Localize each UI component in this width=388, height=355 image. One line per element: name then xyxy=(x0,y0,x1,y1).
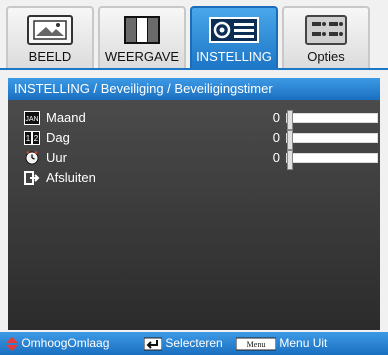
day-calendar-icon: 1 2 xyxy=(24,131,40,145)
breadcrumb: INSTELLING / Beveiliging / Beveiligingst… xyxy=(8,78,380,100)
updown-hint: OmhoogOmlaag xyxy=(6,332,109,355)
row-maand[interactable]: JAN Maand 0 xyxy=(18,108,378,130)
tab-label: INSTELLING xyxy=(196,49,272,64)
slider-knob[interactable] xyxy=(287,130,293,150)
tab-label: BEELD xyxy=(28,49,72,64)
slider-knob[interactable] xyxy=(287,150,293,170)
day-digit-2: 2 xyxy=(34,134,39,143)
tab-opties[interactable]: Opties xyxy=(282,6,370,68)
maand-slider[interactable] xyxy=(286,110,378,130)
enter-key-icon xyxy=(144,337,162,351)
select-hint: Selecteren xyxy=(144,332,223,355)
exit-icon xyxy=(24,171,40,185)
row-uur[interactable]: Uur 0 xyxy=(18,148,378,170)
jan-label: JAN xyxy=(25,116,38,123)
row-label: Uur xyxy=(46,150,67,165)
menu-label: Menu Uit xyxy=(279,336,328,350)
updown-label: OmhoogOmlaag xyxy=(21,336,110,350)
slider-knob[interactable] xyxy=(287,110,293,130)
row-dag[interactable]: 1 2 Dag 0 xyxy=(18,128,378,150)
row-label: Afsluiten xyxy=(46,170,96,185)
tab-label: Opties xyxy=(307,49,345,64)
projector-osd: BEELD WEERGAVE INSTELLING Opties INSTELL… xyxy=(0,0,388,355)
settings-panel: JAN Maand 0 1 2 Dag 0 Uur 0 Afsluiten xyxy=(8,100,380,330)
footer-help: OmhoogOmlaag Selecteren Menu Menu Uit xyxy=(0,332,388,355)
display-icon xyxy=(124,16,160,44)
row-label: Dag xyxy=(46,130,70,145)
menu-key-text: Menu xyxy=(247,340,266,349)
row-value: 0 xyxy=(272,150,280,165)
menu-hint: Menu Menu Uit xyxy=(236,332,327,355)
menu-key-icon: Menu xyxy=(236,337,276,351)
select-label: Selecteren xyxy=(165,336,223,350)
jan-calendar-icon: JAN xyxy=(24,111,40,125)
dag-slider[interactable] xyxy=(286,130,378,150)
tab-beeld[interactable]: BEELD xyxy=(6,6,94,68)
row-afsluiten[interactable]: Afsluiten xyxy=(18,168,378,188)
tab-instelling[interactable]: INSTELLING xyxy=(190,6,278,68)
day-digit-1: 1 xyxy=(26,134,31,143)
tab-weergave[interactable]: WEERGAVE xyxy=(98,6,186,68)
uur-slider[interactable] xyxy=(286,150,378,170)
projector-icon xyxy=(209,17,259,43)
options-icon xyxy=(305,15,347,45)
updown-arrow-icon xyxy=(6,336,18,351)
menu-tabs: BEELD WEERGAVE INSTELLING Opties xyxy=(0,0,388,70)
tab-underline xyxy=(0,68,388,70)
clock-icon xyxy=(25,151,39,165)
picture-icon xyxy=(27,15,73,45)
row-value: 0 xyxy=(272,110,280,125)
tab-label: WEERGAVE xyxy=(104,49,180,64)
row-value: 0 xyxy=(272,130,280,145)
row-label: Maand xyxy=(46,110,86,125)
